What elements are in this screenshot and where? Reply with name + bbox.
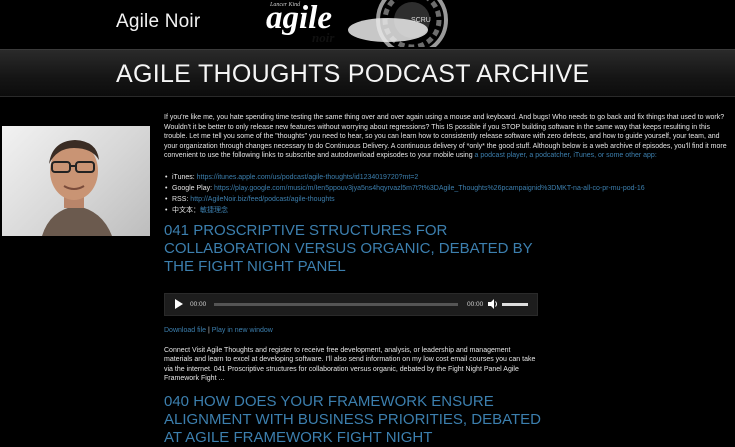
intro-paragraph: If you're like me, you hate spending tim… <box>164 113 734 161</box>
site-header: Agile Noir SCRU Lancer Kind agile noir <box>0 0 735 56</box>
list-item: Google Play: https://play.google.com/mus… <box>165 183 734 194</box>
subscribe-label: Google Play: <box>172 184 213 192</box>
author-photo <box>2 126 150 236</box>
logo-subtext: noir <box>312 30 335 45</box>
subscribe-links: iTunes: https://itunes.apple.com/us/podc… <box>164 172 734 216</box>
page-banner: AGILE THOUGHTS PODCAST ARCHIVE <box>0 49 735 97</box>
audio-player: 00:00 00:00 <box>164 292 538 316</box>
list-item: RSS: http://AgileNoir.biz/feed/podcast/a… <box>165 194 734 205</box>
site-logo[interactable]: SCRU Lancer Kind agile noir <box>262 0 462 56</box>
logo-badge-text: SCRU <box>411 17 431 24</box>
volume-slider[interactable] <box>502 302 528 306</box>
site-name[interactable]: Agile Noir <box>116 11 200 33</box>
episode-title[interactable]: 040 How Does Your Framework Ensure Align… <box>164 393 544 447</box>
episode-links: Download file | Play in new window <box>164 326 734 336</box>
play-icon[interactable] <box>175 298 183 309</box>
list-item: iTunes: https://itunes.apple.com/us/podc… <box>165 172 734 183</box>
current-time: 00:00 <box>190 300 207 308</box>
google-play-link[interactable]: https://play.google.com/music/m/Ien5ppou… <box>214 185 645 192</box>
main-content: If you're like me, you hate spending tim… <box>164 113 734 447</box>
subscribe-label: iTunes: <box>172 173 195 181</box>
download-file-link[interactable]: Download file <box>164 327 206 334</box>
subscribe-label: 中文本： <box>172 206 200 214</box>
duration-time: 00:00 <box>467 300 484 308</box>
itunes-link[interactable]: https://itunes.apple.com/us/podcast/agil… <box>197 174 419 181</box>
rss-link[interactable]: http://AgileNoir.biz/feed/podcast/agile-… <box>190 196 334 203</box>
list-item: 中文本：敏捷理念 <box>165 205 734 216</box>
episode-title[interactable]: 041 Proscriptive Structures for Collabor… <box>164 222 544 276</box>
episode-description: Connect Visit Agile Thoughts and registe… <box>164 346 536 383</box>
page-title: AGILE THOUGHTS PODCAST ARCHIVE <box>116 60 590 88</box>
author-portrait-icon <box>42 140 112 236</box>
chinese-link[interactable]: 敏捷理念 <box>200 207 228 214</box>
volume-icon[interactable] <box>488 298 498 309</box>
podcast-player-link[interactable]: a podcast player, a podcatcher, iTunes, … <box>475 152 657 159</box>
link-separator: | <box>207 326 210 334</box>
play-new-window-link[interactable]: Play in new window <box>212 327 273 334</box>
subscribe-label: RSS: <box>172 195 189 203</box>
seek-bar[interactable] <box>214 302 458 306</box>
